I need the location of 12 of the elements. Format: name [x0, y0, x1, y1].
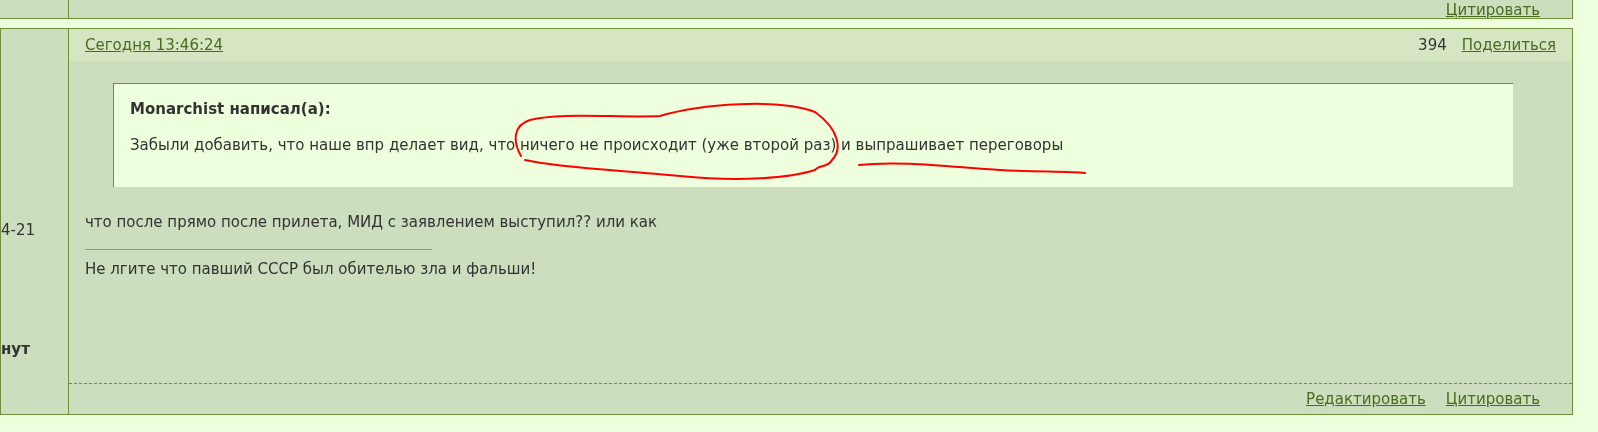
signature-text: Не лгите что павший СССР был обителью зла и фальши! — [85, 258, 538, 280]
edit-link[interactable]: Редактировать — [1306, 387, 1426, 411]
quote-text: Забыли добавить, что наше впр делает вид, что ничего не происходит (уже второй раз) и выпрашивает переговоры — [130, 134, 1065, 156]
author-info: 4-21 — [1, 220, 37, 241]
post-text: что после прямо после прилета, МИД с заявлением выступил?? или как — [85, 212, 659, 233]
quote-link[interactable]: Цитировать — [1445, 3, 1540, 18]
post-number: 394 — [1418, 34, 1447, 56]
author-info: нут — [1, 338, 31, 360]
quote-link[interactable]: Цитировать — [1445, 387, 1540, 411]
post-date-link[interactable]: Сегодня 13:46:24 — [85, 33, 224, 57]
quote-author: Monarchist написал(а): — [130, 99, 332, 120]
share-link[interactable]: Поделиться — [1461, 33, 1556, 57]
